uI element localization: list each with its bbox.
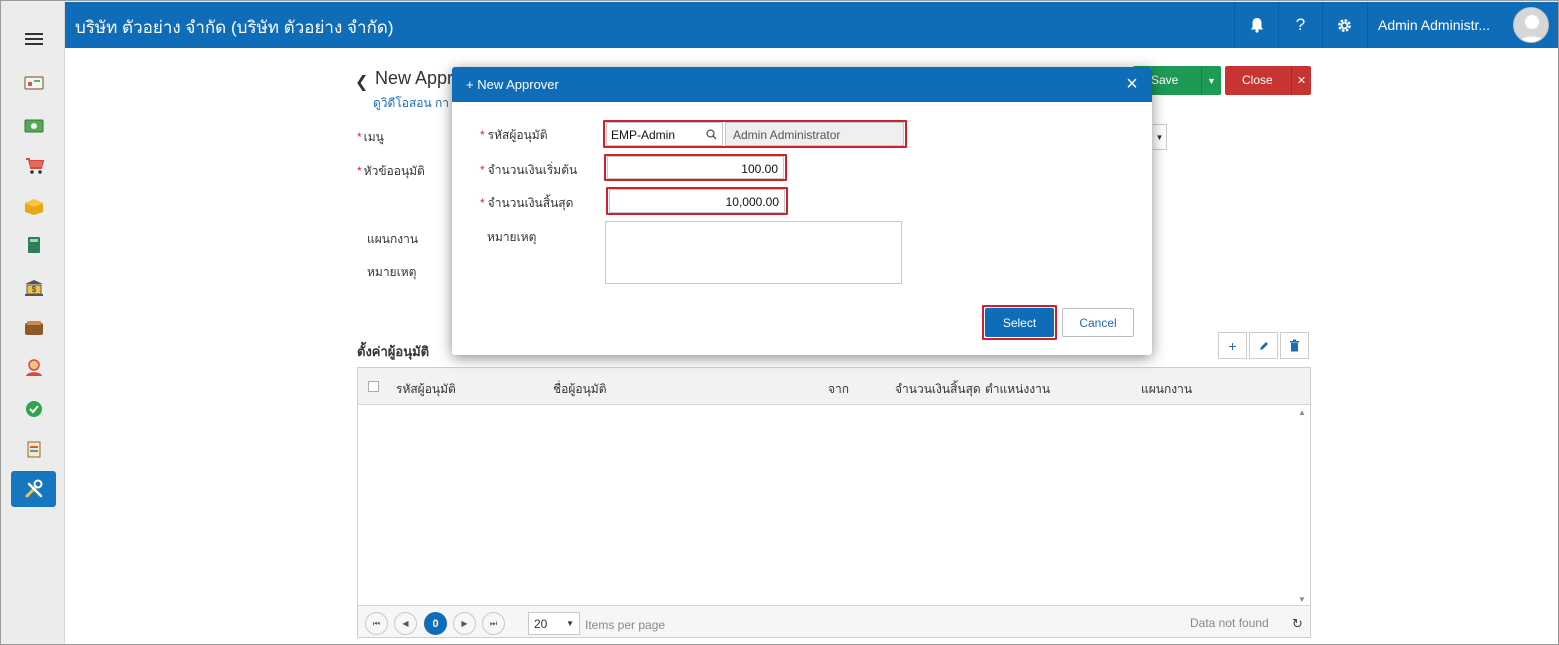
notification-button[interactable] [1234, 2, 1278, 48]
bank-icon[interactable]: $ [23, 278, 45, 298]
close-icon[interactable]: × [1122, 73, 1142, 95]
approver-code-label: * รหัสผู้อนุมัติ [480, 128, 548, 142]
company-title: บริษัท ตัวอย่าง จำกัด (บริษัท ตัวอย่าง จ… [75, 18, 394, 37]
book-icon[interactable] [23, 235, 45, 255]
tools-icon[interactable] [11, 471, 56, 507]
end-amount-label: * จำนวนเงินสิ้นสุด [480, 196, 574, 210]
wallet-icon[interactable] [23, 318, 45, 338]
money-icon[interactable] [23, 116, 45, 136]
start-amount-label: * จำนวนเงินเริ่มต้น [480, 163, 578, 177]
approver-code-input[interactable]: EMP-Admin [606, 122, 723, 146]
new-approver-dialog: + New Approver × * รหัสผู้อนุมัติ EMP-Adm… [452, 67, 1152, 355]
settings-button[interactable] [1322, 2, 1366, 48]
note-label: หมายเหตุ [487, 230, 537, 244]
note-textarea[interactable] [605, 221, 902, 284]
avatar[interactable] [1513, 7, 1549, 43]
app-window: $ บริษัท ตัวอย่าง จำกัด (บริษัท ตัวอย่าง… [0, 0, 1559, 645]
cart-icon[interactable] [23, 156, 45, 176]
people-icon[interactable] [23, 358, 45, 378]
sidebar: $ [1, 1, 65, 644]
dialog-header: + New Approver × [452, 67, 1152, 102]
check-circle-icon[interactable] [23, 399, 45, 419]
dashboard-icon[interactable] [23, 73, 45, 93]
user-name: Admin Administr... [1378, 17, 1491, 33]
dialog-title: + New Approver [466, 77, 559, 92]
report-icon[interactable] [23, 439, 45, 459]
help-icon: ? [1295, 15, 1306, 34]
help-button[interactable]: ? [1278, 2, 1322, 48]
cancel-button[interactable]: Cancel [1062, 308, 1134, 337]
gear-icon [1338, 18, 1351, 32]
search-icon[interactable] [706, 129, 717, 140]
bell-icon [1250, 18, 1263, 33]
hamburger-icon[interactable] [25, 33, 43, 47]
user-menu[interactable]: Admin Administr... [1367, 2, 1558, 48]
end-amount-input[interactable]: 10,000.00 [609, 189, 785, 213]
approver-name-field: Admin Administrator [725, 122, 904, 146]
start-amount-input[interactable]: 100.00 [607, 156, 784, 179]
select-button[interactable]: Select [985, 308, 1054, 337]
top-header: บริษัท ตัวอย่าง จำกัด (บริษัท ตัวอย่าง จ… [65, 2, 1558, 48]
svg-text:$: $ [32, 285, 37, 294]
box-icon[interactable] [23, 197, 45, 217]
